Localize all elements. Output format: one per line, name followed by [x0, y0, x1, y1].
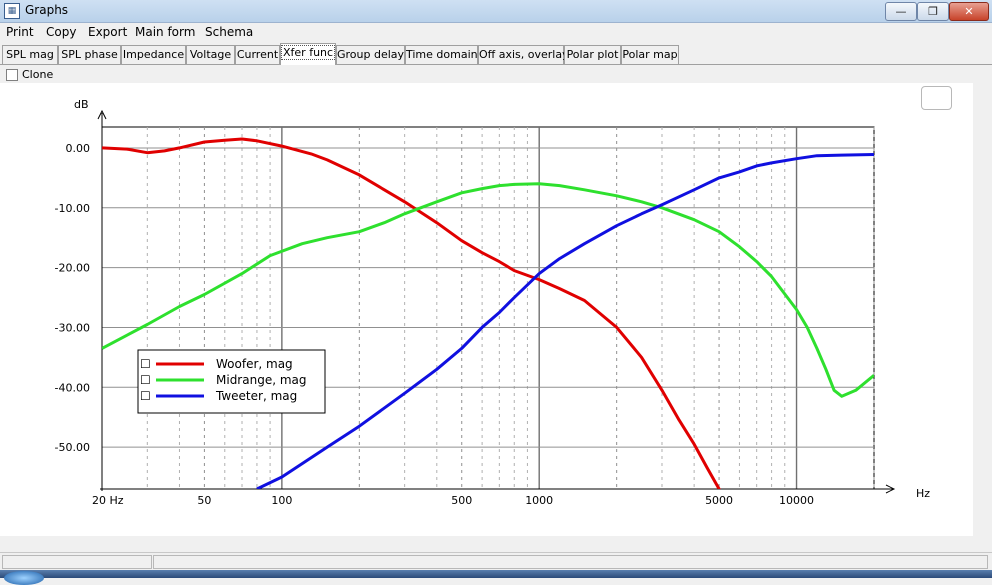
x-tick-label: 1000 — [525, 494, 553, 507]
tab-time-domain[interactable]: Time domain — [405, 45, 478, 64]
legend-checkbox-icon: ☐ — [140, 357, 151, 371]
y-tick-label: -50.00 — [55, 441, 90, 454]
series-line-1 — [102, 137, 721, 489]
window-title: Graphs — [25, 3, 69, 17]
tab-polar-map[interactable]: Polar map — [621, 45, 679, 64]
tab-spl-mag[interactable]: SPL mag — [2, 45, 58, 64]
tab-current[interactable]: Current — [235, 45, 280, 64]
maximize-button[interactable]: ❐ — [917, 2, 949, 21]
legend-label: Woofer, mag — [216, 357, 293, 371]
maximize-icon: ❐ — [928, 5, 938, 18]
clone-checkbox[interactable] — [6, 69, 18, 81]
x-tick-label: 500 — [451, 494, 472, 507]
minimize-button[interactable]: — — [885, 2, 917, 21]
legend-label: Tweeter, mag — [215, 389, 297, 403]
tab-group-delay[interactable]: Group delay — [336, 45, 405, 64]
tab-xfer-func-label: Xfer func — [281, 45, 336, 60]
tab-impedance[interactable]: Impedance — [121, 45, 186, 64]
status-cell-1 — [2, 555, 152, 569]
menu-bar: Print Copy Export Main form Schema — [0, 23, 992, 42]
y-tick-label: -40.00 — [55, 381, 90, 394]
legend-checkbox-icon: ☐ — [140, 373, 151, 387]
x-axis-label: Hz — [916, 487, 930, 500]
tab-voltage[interactable]: Voltage — [186, 45, 235, 64]
y-axis-label: dB — [74, 98, 89, 111]
menu-print[interactable]: Print — [6, 25, 34, 39]
tab-bar: SPL mag SPL phase Impedance Voltage Curr… — [0, 43, 992, 65]
plot-panel: 0.00 -10.00 -20.00 -30.00 -40.00 -50.00 20 Hz 5… — [0, 83, 973, 536]
x-tick-label: 100 — [271, 494, 292, 507]
menu-export[interactable]: Export — [88, 25, 127, 39]
tab-off-axis-overlay[interactable]: Off axis, overlay — [478, 45, 569, 64]
menu-schema[interactable]: Schema — [205, 25, 253, 39]
y-tick-label: -20.00 — [55, 262, 90, 275]
grid-layer — [101, 126, 875, 490]
x-tick-label: 5000 — [705, 494, 733, 507]
graph-app-icon[interactable]: ▦ — [4, 3, 20, 19]
y-tick-label: -10.00 — [55, 202, 90, 215]
menu-copy[interactable]: Copy — [46, 25, 76, 39]
title-bar: ▦ Graphs — ❐ ✕ — [0, 0, 992, 23]
close-button[interactable]: ✕ — [949, 2, 989, 21]
tab-polar-plot[interactable]: Polar plot — [564, 45, 621, 64]
series-line-3 — [256, 153, 874, 489]
clone-label: Clone — [22, 68, 54, 81]
menu-main-form[interactable]: Main form — [135, 25, 195, 39]
tab-xfer-func[interactable]: Xfer func — [280, 43, 336, 65]
x-tick-label: 20 Hz — [92, 494, 124, 507]
y-tick-label: 0.00 — [66, 142, 91, 155]
y-tick-label: -30.00 — [55, 321, 90, 334]
status-cell-2 — [153, 555, 988, 569]
legend-layer: ☐ Woofer, mag ☐ Midrange, mag ☐ Tweeter, mag — [137, 349, 326, 414]
close-icon: ✕ — [964, 5, 974, 18]
xfer-func-chart: 0.00 -10.00 -20.00 -30.00 -40.00 -50.00 20 Hz 5… — [55, 98, 931, 507]
minimize-icon: — — [895, 5, 907, 18]
x-tick-label: 50 — [197, 494, 211, 507]
tab-spl-phase[interactable]: SPL phase — [58, 45, 121, 64]
plot-border — [101, 126, 875, 490]
status-bar — [0, 552, 992, 570]
legend-label: Midrange, mag — [216, 373, 307, 387]
series-layer — [102, 137, 874, 489]
taskbar — [0, 570, 992, 585]
start-orb-icon[interactable] — [4, 571, 44, 585]
x-tick-label: 10000 — [779, 494, 814, 507]
legend-checkbox-icon: ☐ — [140, 389, 151, 403]
